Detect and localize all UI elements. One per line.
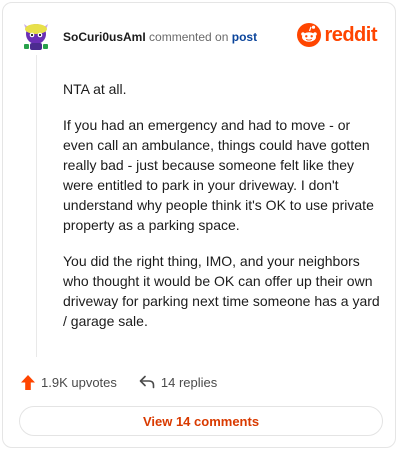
reddit-wordmark: reddit [324, 23, 377, 46]
byline: SoCuri0usAmI commented on post [63, 30, 257, 44]
comment-paragraph: If you had an emergency and had to move … [63, 117, 374, 233]
reddit-logo[interactable]: reddit [297, 23, 377, 47]
replies-button[interactable]: 14 replies [139, 375, 217, 390]
comment-body: NTA at all. If you had an emergency and … [63, 79, 381, 347]
reddit-alien-icon [297, 23, 322, 47]
comment-header: SoCuri0usAmI commented on post reddit [3, 3, 395, 63]
up-arrow-icon [21, 374, 35, 390]
comment-actions: 1.9K upvotes 14 replies [21, 372, 217, 392]
view-comments-button[interactable]: View 14 comments [19, 406, 383, 436]
comment-paragraph: You did the right thing, IMO, and your n… [63, 253, 380, 329]
username[interactable]: SoCuri0usAmI [63, 30, 146, 44]
reply-arrow-icon [139, 375, 155, 389]
comment-paragraph: NTA at all. [63, 81, 127, 97]
comment-card: SoCuri0usAmI commented on post reddit NT… [2, 2, 396, 448]
post-link[interactable]: post [232, 30, 257, 44]
thread-line[interactable] [36, 55, 37, 357]
commented-text: commented on [149, 30, 229, 44]
replies-count: 14 replies [160, 374, 218, 390]
upvote-count: 1.9K upvotes [41, 374, 117, 390]
avatar[interactable] [21, 19, 51, 51]
upvote-button[interactable]: 1.9K upvotes [21, 374, 117, 390]
